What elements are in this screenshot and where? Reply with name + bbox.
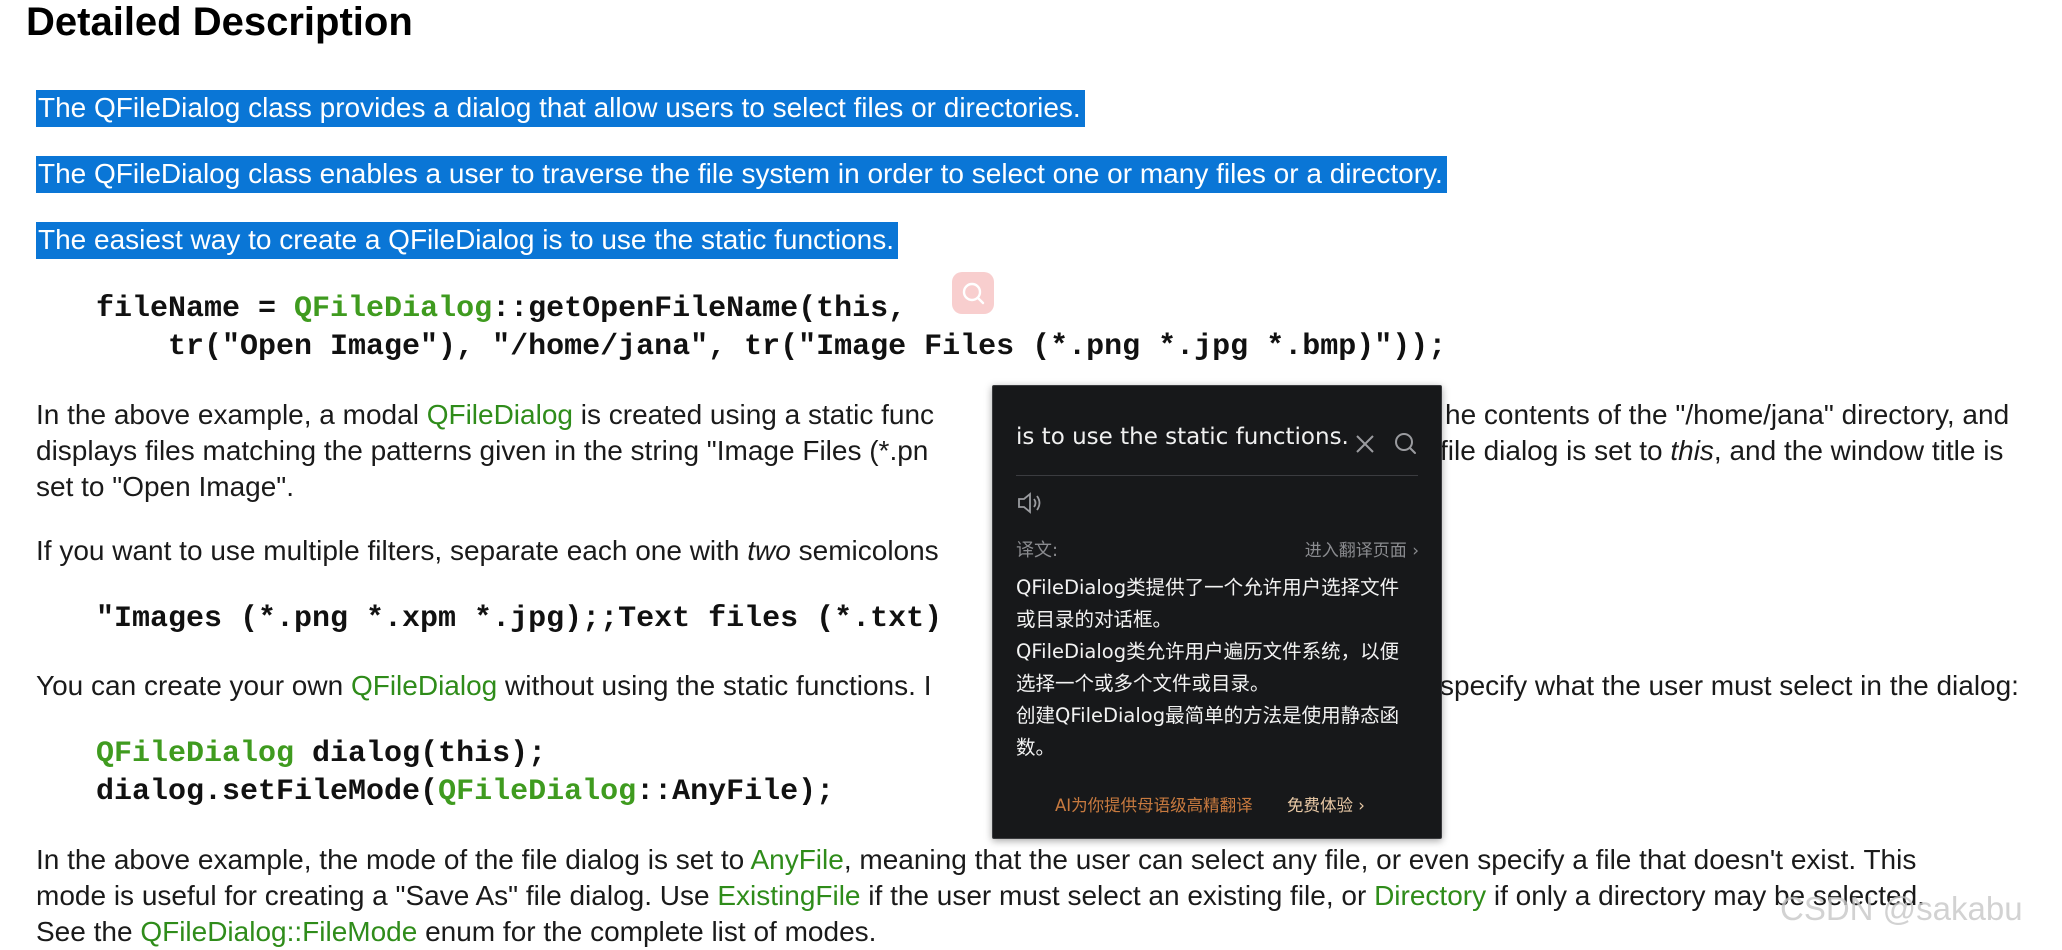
- text: file dialog is set to: [1440, 435, 1671, 466]
- page-title: Detailed Description: [26, 0, 413, 44]
- text: mode is useful for creating a "Save As" …: [36, 880, 718, 911]
- text: enum for the complete list of modes.: [417, 916, 877, 947]
- translation-line: 创建QFileDialog最简单的方法是使用静态函: [1016, 704, 1400, 727]
- text: In the above example, the mode of the fi…: [36, 844, 751, 875]
- translation-line: 或目录的对话框。: [1016, 608, 1173, 631]
- italic-text: this: [1670, 435, 1714, 466]
- selection-highlight: The easiest way to create a QFileDialog …: [36, 222, 898, 259]
- ai-translation-note: AI为你提供母语级高精翻译: [1055, 796, 1253, 815]
- text: , meaning that the user can select any f…: [843, 844, 1917, 875]
- selection-highlight: The QFileDialog class enables a user to …: [36, 156, 1447, 193]
- text: displays files matching the patterns giv…: [36, 435, 929, 466]
- text: You can create your own: [36, 670, 351, 701]
- search-icon[interactable]: [1392, 430, 1418, 456]
- close-icon[interactable]: [1353, 432, 1377, 456]
- code-text: ::getOpenFileName(this,: [492, 292, 907, 326]
- paragraph-2: If you want to use multiple filters, sep…: [36, 533, 939, 569]
- paragraph-1-line-2-right: file dialog is set to this, and the wind…: [1440, 433, 2003, 469]
- translation-label: 译文:: [1016, 540, 1059, 561]
- selected-line-3[interactable]: The easiest way to create a QFileDialog …: [36, 222, 898, 259]
- directory-link[interactable]: Directory: [1374, 880, 1486, 911]
- translation-page-link[interactable]: 进入翻译页面 ›: [1305, 536, 1419, 561]
- selected-line-2[interactable]: The QFileDialog class enables a user to …: [36, 156, 1447, 193]
- popup-source-text: is to use the static functions.: [1016, 424, 1349, 450]
- free-trial-link[interactable]: 免费体验 ›: [1287, 792, 1365, 816]
- filemode-link[interactable]: QFileDialog::FileMode: [140, 916, 417, 947]
- paragraph-4-line-2: mode is useful for creating a "Save As" …: [36, 878, 1925, 914]
- translation-line: 选择一个或多个文件或目录。: [1016, 672, 1270, 695]
- code-block-2: "Images (*.png *.xpm *.jpg);;Text files …: [96, 602, 943, 636]
- text: is created using a static func: [572, 399, 935, 430]
- qfiledialog-link[interactable]: QFileDialog: [427, 399, 573, 430]
- text: set to "Open Image".: [36, 471, 295, 502]
- code-text: dialog.setFileMode(: [96, 775, 439, 809]
- code-class-name: QFileDialog: [96, 737, 295, 771]
- text: , and the window title is: [1713, 435, 2004, 466]
- paragraph-3-right: specify what the user must select in the…: [1440, 668, 2019, 704]
- code-text: tr("Open Image"), "/home/jana", tr("Imag…: [96, 330, 1447, 364]
- text: specify what the user must select in the…: [1440, 670, 2019, 701]
- anyfile-link[interactable]: AnyFile: [750, 844, 843, 875]
- translation-line: 数。: [1016, 736, 1056, 759]
- popup-divider: [1016, 475, 1418, 476]
- italic-text: two: [747, 535, 791, 566]
- code-text: dialog(this);: [294, 737, 547, 771]
- text: See the: [36, 916, 141, 947]
- text: if the user must select an existing file…: [860, 880, 1375, 911]
- translation-popup: is to use the static functions. 译文: 进入翻译…: [992, 385, 1442, 839]
- selected-line-1[interactable]: The QFileDialog class provides a dialog …: [36, 90, 1085, 127]
- text: If you want to use multiple filters, sep…: [36, 535, 748, 566]
- translation-text: QFileDialog类提供了一个允许用户选择文件 或目录的对话框。 QFile…: [1016, 572, 1426, 764]
- speaker-icon[interactable]: [1016, 490, 1046, 516]
- paragraph-3: You can create your own QFileDialog with…: [36, 668, 931, 704]
- translation-line: QFileDialog类允许用户遍历文件系统，以便: [1016, 640, 1400, 663]
- translation-line: QFileDialog类提供了一个允许用户选择文件: [1016, 576, 1400, 599]
- code-text: ::AnyFile);: [636, 775, 835, 809]
- paragraph-4-line-3: See the QFileDialog::FileMode enum for t…: [36, 914, 876, 950]
- text: In the above example, a modal: [36, 399, 427, 430]
- selection-highlight: The QFileDialog class provides a dialog …: [36, 90, 1085, 127]
- paragraph-1-line-1: In the above example, a modal QFileDialo…: [36, 397, 934, 433]
- text: he contents of the "/home/jana" director…: [1445, 399, 2010, 430]
- qfiledialog-link[interactable]: QFileDialog: [351, 670, 497, 701]
- paragraph-1-line-1-right: he contents of the "/home/jana" director…: [1445, 397, 2009, 433]
- code-text: fileName =: [96, 292, 295, 326]
- existingfile-link[interactable]: ExistingFile: [717, 880, 860, 911]
- text: without using the static functions. I: [497, 670, 932, 701]
- code-block-3: QFileDialog dialog(this); dialog.setFile…: [96, 735, 834, 811]
- code-class-name: QFileDialog: [294, 292, 493, 326]
- code-class-name: QFileDialog: [438, 775, 637, 809]
- paragraph-1-line-2: displays files matching the patterns giv…: [36, 433, 928, 469]
- paragraph-4-line-1: In the above example, the mode of the fi…: [36, 842, 1916, 878]
- watermark: CSDN @sakabu: [1780, 890, 2023, 927]
- paragraph-1-line-3: set to "Open Image".: [36, 469, 294, 505]
- text: semicolons: [790, 535, 939, 566]
- code-block-1: fileName = QFileDialog::getOpenFileName(…: [96, 290, 1446, 366]
